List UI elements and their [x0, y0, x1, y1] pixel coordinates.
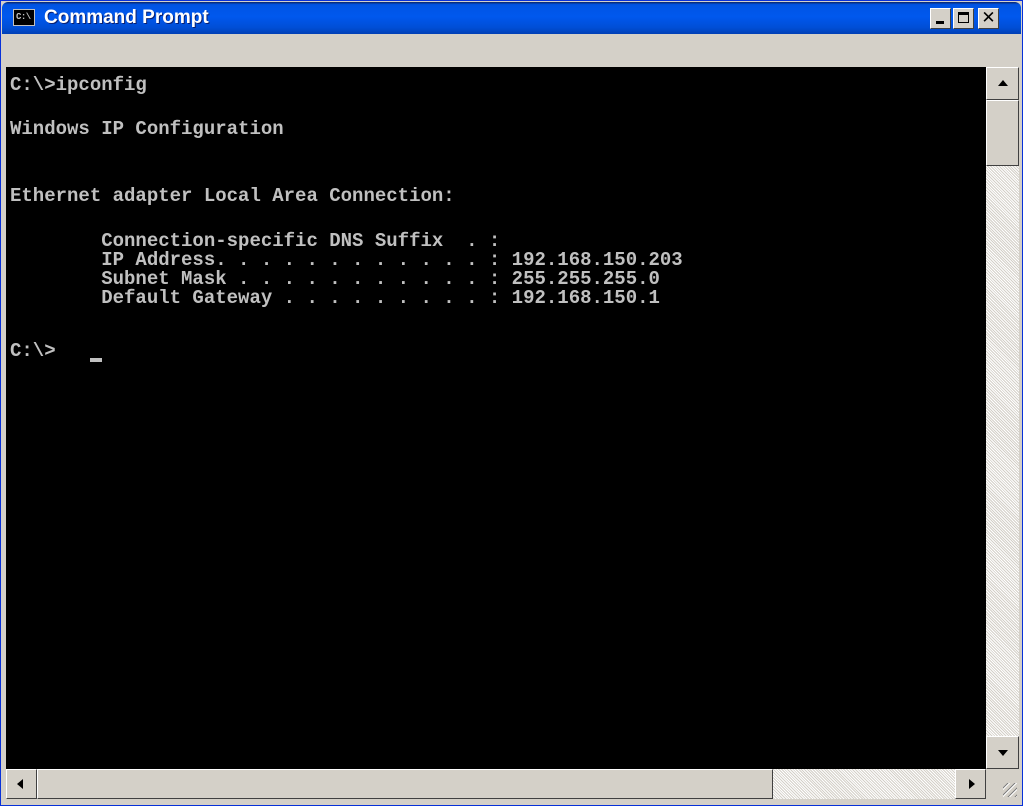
- text-cursor: [90, 358, 102, 362]
- vertical-scrollbar[interactable]: [986, 67, 1019, 769]
- console-line-command: C:\>ipconfig: [10, 74, 147, 96]
- scroll-left-button[interactable]: [6, 769, 37, 799]
- console-line-heading: Windows IP Configuration: [10, 118, 284, 140]
- console-app-icon[interactable]: C:\: [13, 9, 35, 26]
- console-line-default-gateway: Default Gateway . . . . . . . . . : 192.…: [10, 287, 660, 309]
- command-prompt-window: C:\ Command Prompt ✕ C:\>ipconfig Window…: [0, 0, 1023, 806]
- scroll-right-button[interactable]: [955, 769, 986, 799]
- close-icon: ✕: [981, 8, 996, 28]
- window-title: Command Prompt: [44, 7, 209, 28]
- vertical-scroll-thumb[interactable]: [986, 100, 1019, 166]
- resize-grip-icon: [1003, 783, 1017, 797]
- horizontal-scroll-thumb[interactable]: [37, 769, 773, 799]
- title-bar[interactable]: C:\ Command Prompt ✕: [2, 2, 1021, 34]
- scroll-up-button[interactable]: [986, 67, 1019, 100]
- minimize-icon: [936, 21, 944, 24]
- horizontal-scrollbar[interactable]: [6, 769, 986, 799]
- arrow-down-icon: [998, 750, 1008, 756]
- console-output[interactable]: C:\>ipconfig Windows IP Configuration Et…: [6, 67, 986, 769]
- minimize-button[interactable]: [930, 8, 951, 29]
- close-button[interactable]: ✕: [978, 8, 999, 29]
- console-line-prompt: C:\>: [10, 340, 56, 362]
- maximize-button[interactable]: [953, 8, 974, 29]
- scroll-down-button[interactable]: [986, 736, 1019, 769]
- arrow-right-icon: [969, 779, 975, 789]
- arrow-left-icon: [17, 779, 23, 789]
- arrow-up-icon: [998, 80, 1008, 86]
- maximize-icon: [958, 12, 969, 23]
- console-line-adapter: Ethernet adapter Local Area Connection:: [10, 185, 455, 207]
- console-app-icon-text: C:\: [16, 12, 31, 22]
- resize-grip[interactable]: [986, 769, 1019, 799]
